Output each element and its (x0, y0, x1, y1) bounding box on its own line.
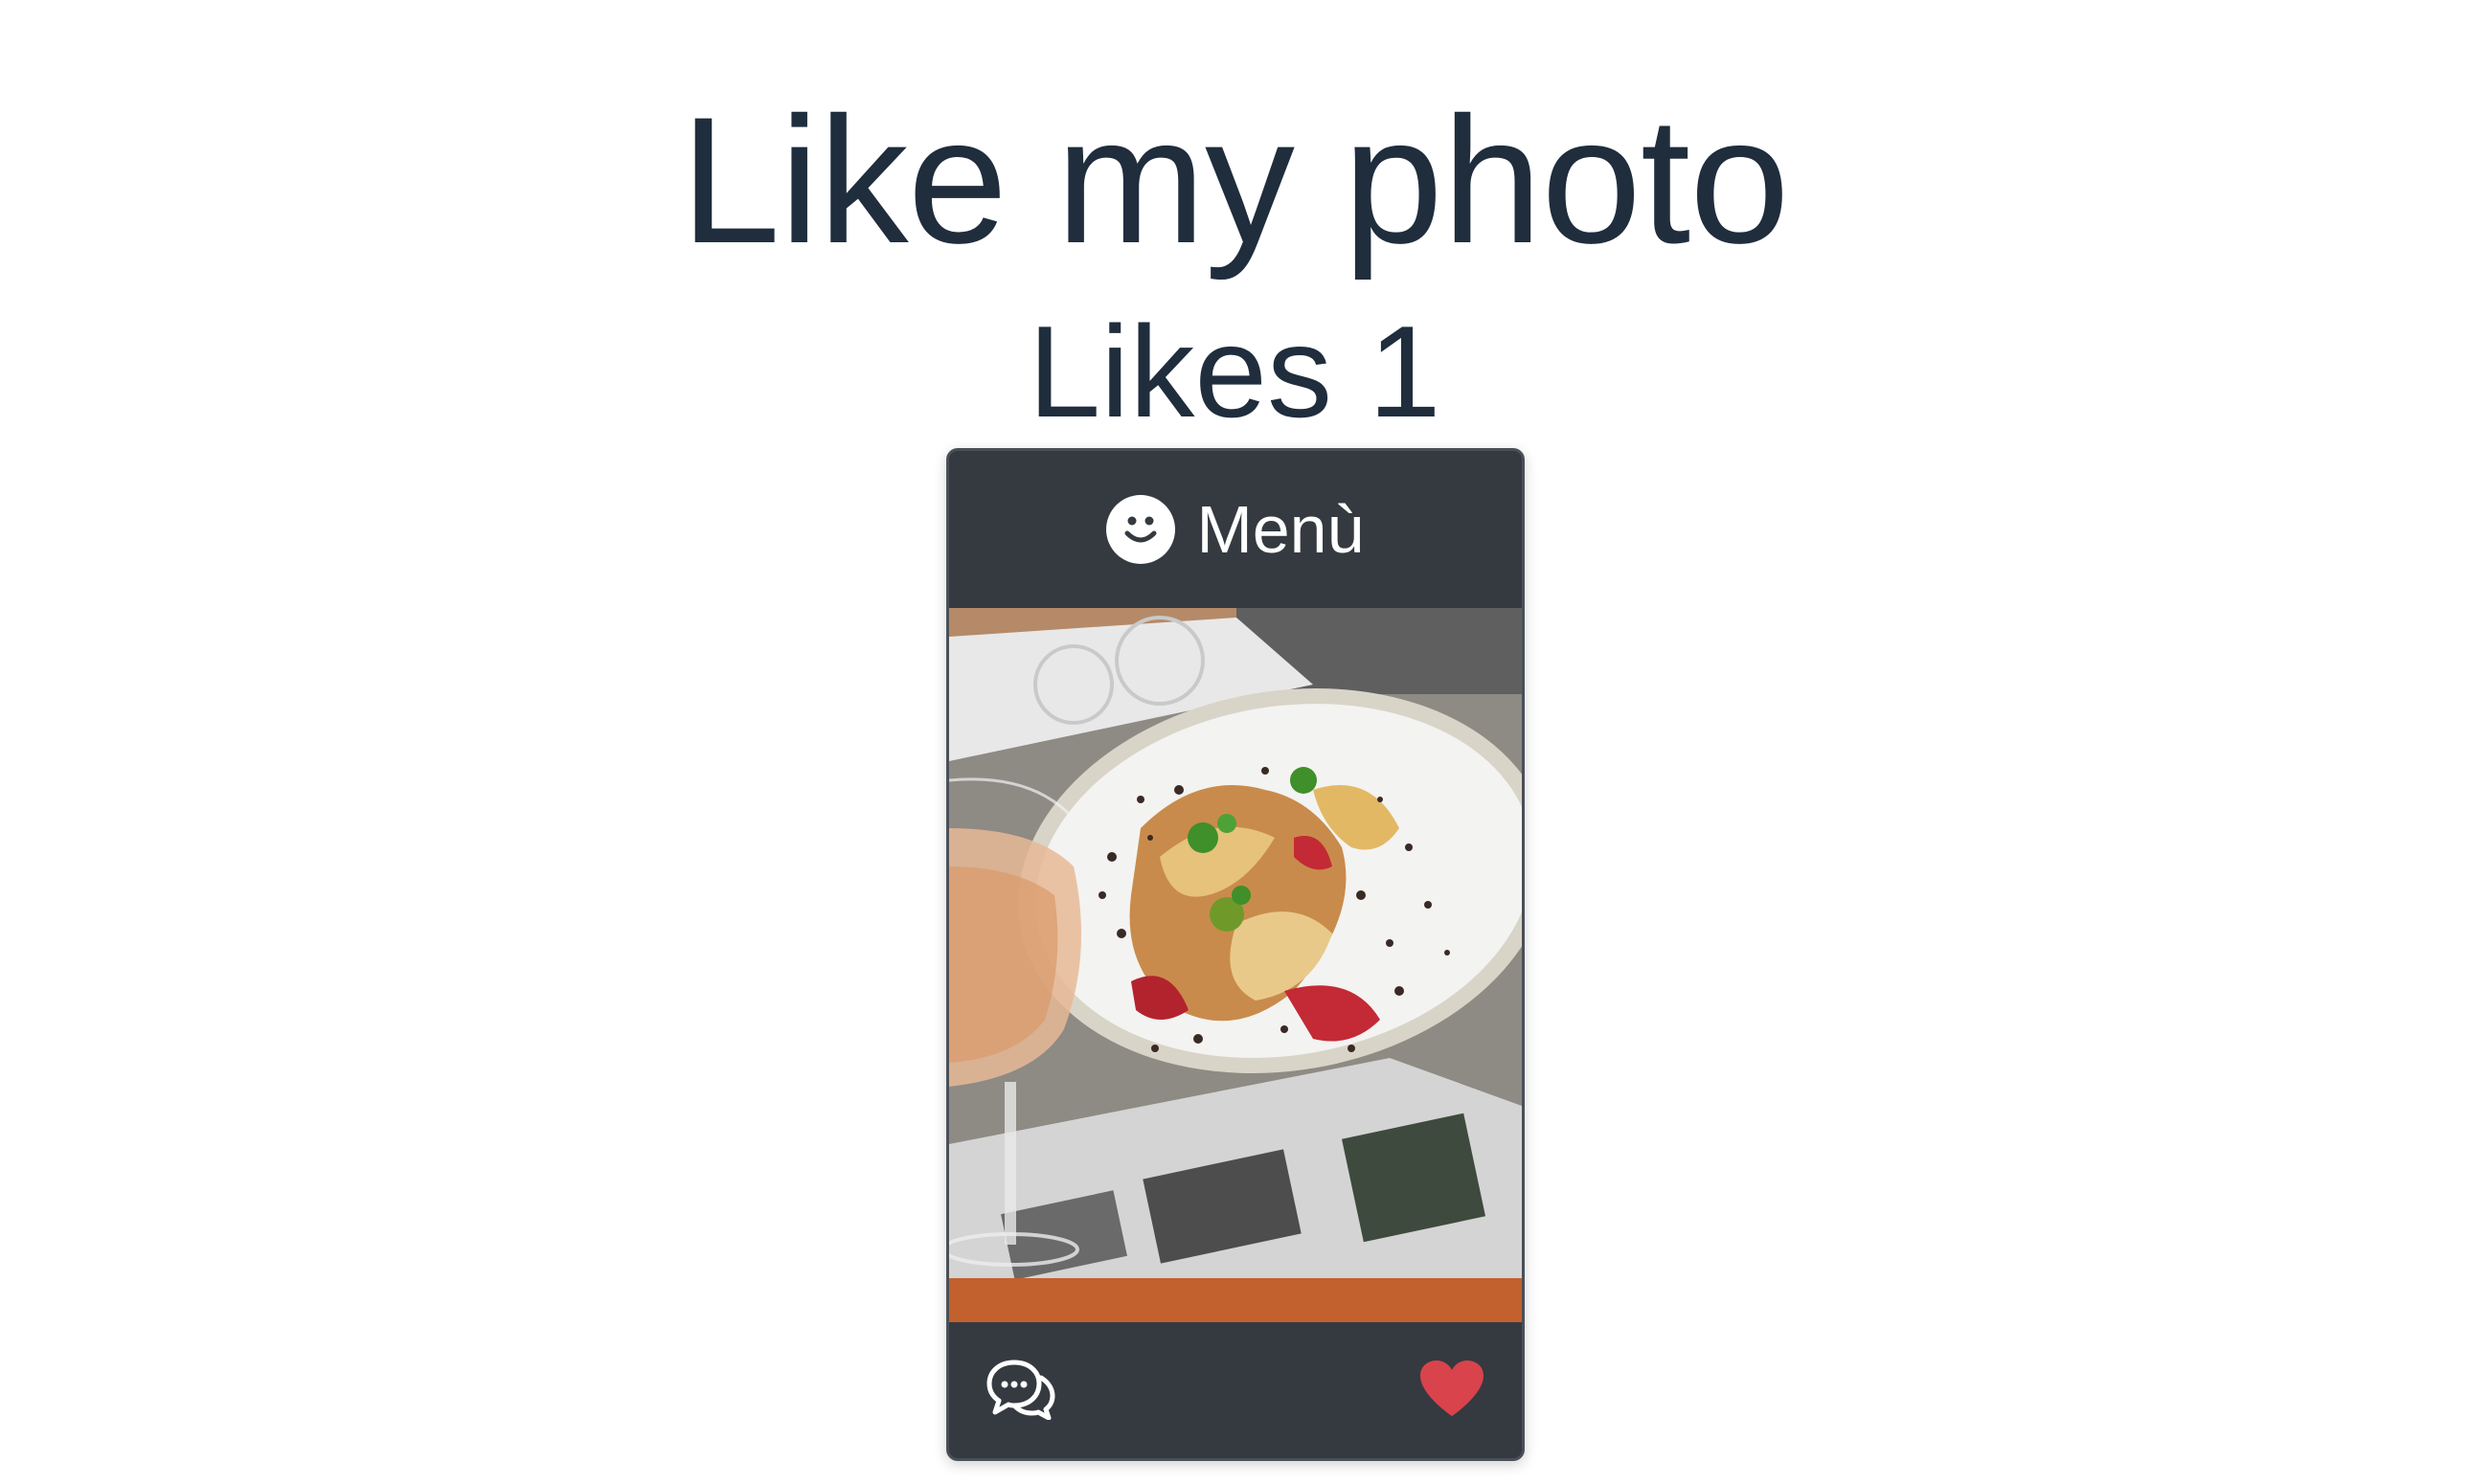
chat-bubbles-icon[interactable] (985, 1357, 1056, 1420)
likes-count: Likes 1 (1028, 299, 1441, 444)
page: Like my photo Likes 1 Menù (0, 0, 2469, 1484)
photo-card: Menù (946, 448, 1525, 1461)
card-header: Menù (949, 451, 1522, 608)
smiley-icon (1106, 495, 1176, 564)
card-footer (949, 1318, 1522, 1458)
heart-icon[interactable] (1418, 1359, 1485, 1418)
card-title: Menù (1196, 492, 1365, 567)
page-title: Like my photo (680, 79, 1789, 281)
food-photo (949, 608, 1522, 1322)
